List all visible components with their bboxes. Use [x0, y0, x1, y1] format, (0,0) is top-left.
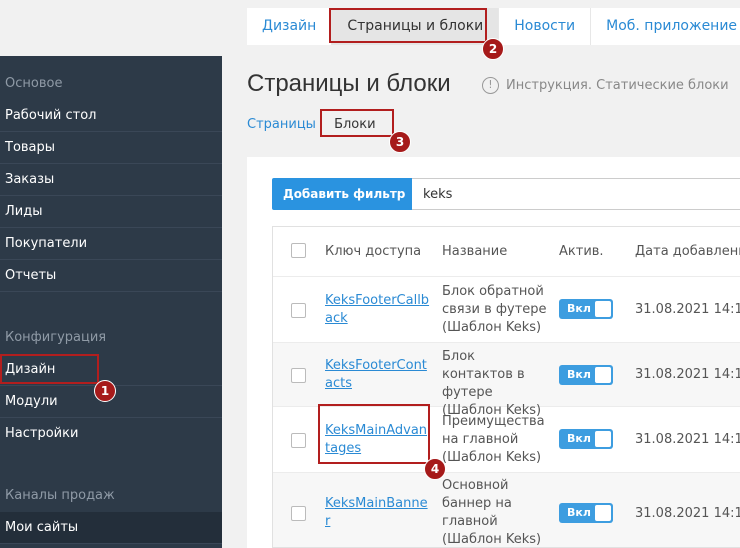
- row-checkbox[interactable]: [291, 506, 306, 521]
- block-name: Основной баннер на главной (Шаблон Keks): [442, 478, 542, 547]
- row-checkbox[interactable]: [291, 433, 306, 448]
- sidebar-section-title: Каналы продаж: [5, 488, 115, 503]
- active-toggle[interactable]: Вкл: [559, 299, 613, 319]
- toggle-knob: [595, 431, 611, 447]
- date-added: 31.08.2021 14:15: [635, 302, 740, 317]
- step-badge: 3: [389, 131, 411, 153]
- sidebar-section-title: Конфигурация: [5, 330, 107, 345]
- toggle-knob: [595, 301, 611, 317]
- table-header: Ключ доступа Название Актив. Дата добавл…: [273, 227, 740, 277]
- block-name: Преимущества на главной (Шаблон Keks): [442, 414, 545, 465]
- sidebar-item-customers[interactable]: Покупатели: [0, 228, 222, 260]
- active-toggle[interactable]: Вкл: [559, 365, 613, 385]
- table-row: KeksMainBanner Основной баннер на главно…: [273, 473, 740, 547]
- row-checkbox[interactable]: [291, 303, 306, 318]
- table-row: KeksFooterCallback Блок обратной связи в…: [273, 277, 740, 343]
- header-active: Актив.: [559, 244, 604, 259]
- active-toggle[interactable]: Вкл: [559, 429, 613, 449]
- header-date: Дата добавления: [635, 244, 740, 259]
- toggle-knob: [595, 505, 611, 521]
- step-badge: 4: [424, 458, 446, 480]
- table-row: KeksFooterContacts Блок контактов в футе…: [273, 343, 740, 418]
- sidebar-item-orders[interactable]: Заказы: [0, 164, 222, 196]
- subnav-pages-link[interactable]: Страницы: [247, 117, 316, 132]
- help-link[interactable]: ! Инструкция. Статические блоки: [482, 77, 729, 94]
- row-checkbox[interactable]: [291, 368, 306, 383]
- page-title: Страницы и блоки: [247, 70, 451, 97]
- highlight-box: [318, 404, 430, 464]
- highlight-box: [329, 8, 487, 43]
- date-added: 31.08.2021 14:15: [635, 506, 740, 521]
- toggle-knob: [595, 367, 611, 383]
- help-link-label: Инструкция. Статические блоки: [506, 78, 729, 93]
- add-filter-button[interactable]: Добавить фильтр ▾: [272, 178, 412, 233]
- block-name: Блок обратной связи в футере (Шаблон Kek…: [442, 284, 547, 335]
- sidebar-item-leads[interactable]: Лиды: [0, 196, 222, 228]
- select-all-checkbox[interactable]: [291, 243, 306, 258]
- sidebar-section-title: Основое: [5, 76, 63, 91]
- date-added: 31.08.2021 14:15: [635, 367, 740, 382]
- header-key: Ключ доступа: [325, 244, 422, 259]
- date-added: 31.08.2021 14:15: [635, 432, 740, 447]
- sidebar-item-products[interactable]: Товары: [0, 132, 222, 164]
- toggle-label: Вкл: [567, 302, 591, 315]
- toggle-label: Вкл: [567, 368, 591, 381]
- step-badge: 2: [482, 38, 504, 60]
- sidebar: Основое Рабочий стол Товары Заказы Лиды …: [0, 56, 222, 548]
- step-badge: 1: [94, 380, 116, 402]
- search-input[interactable]: [412, 178, 740, 210]
- sidebar-item-settings[interactable]: Настройки: [0, 418, 222, 450]
- block-key-link[interactable]: KeksFooterContacts: [325, 357, 431, 393]
- tab-news[interactable]: Новости: [499, 8, 592, 45]
- toggle-label: Вкл: [567, 432, 591, 445]
- block-key-link[interactable]: KeksMainBanner: [325, 495, 431, 531]
- tab-design[interactable]: Дизайн: [247, 8, 333, 45]
- block-key-link[interactable]: KeksFooterCallback: [325, 292, 431, 328]
- blocks-table: Ключ доступа Название Актив. Дата добавл…: [272, 226, 740, 548]
- header-name: Название: [442, 244, 508, 259]
- add-filter-label: Добавить фильтр: [283, 187, 406, 201]
- sidebar-item-dashboard[interactable]: Рабочий стол: [0, 100, 222, 132]
- tab-mobile-app[interactable]: Моб. приложение: [591, 8, 740, 45]
- active-toggle[interactable]: Вкл: [559, 503, 613, 523]
- highlight-box: [320, 109, 394, 137]
- sidebar-item-my-sites[interactable]: Мои сайты: [0, 512, 222, 544]
- speech-bubble-icon: !: [482, 77, 499, 94]
- sidebar-item-reports[interactable]: Отчеты: [0, 260, 222, 292]
- toggle-label: Вкл: [567, 506, 591, 519]
- highlight-box: [0, 354, 99, 384]
